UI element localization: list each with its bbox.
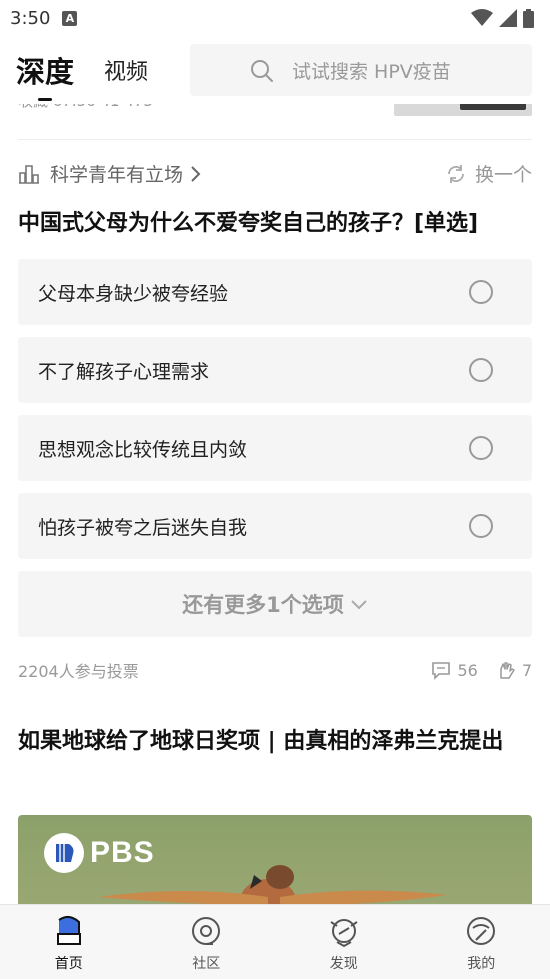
radio-icon[interactable] [469,436,493,460]
divider [18,139,532,140]
poll-option[interactable]: 思想观念比较传统且内敛 [18,415,532,481]
header: 深度 视频 试试搜索 HPV疫苗 [0,36,550,104]
pbs-head-icon [44,833,84,873]
tab-indicator [38,98,52,101]
home-icon [51,913,87,949]
comment-count: 56 [457,660,478,680]
more-options-button[interactable]: 还有更多1个选项 [18,571,532,637]
pbs-logo-text: PBS [90,836,155,869]
radio-icon[interactable] [469,358,493,382]
search-placeholder: 试试搜索 HPV疫苗 [292,60,451,83]
article-image[interactable]: PBS [18,815,532,915]
article-title[interactable]: 如果地球给了地球日奖项 | 由真相的泽弗兰克提出 [18,722,532,762]
chevron-down-icon [351,600,367,610]
radio-icon[interactable] [469,280,493,304]
poll-source-name: 科学青年有立场 [50,164,184,186]
signal-icon [499,9,517,27]
comment-icon[interactable] [431,660,451,680]
like-count: 7 [521,660,532,680]
nav-community[interactable]: 社区 [138,905,276,979]
pbs-logo: PBS [44,833,155,873]
refresh-label: 换一个 [474,164,532,186]
nav-label: 首页 [54,956,83,972]
wifi-icon [471,9,493,26]
poll-option[interactable]: 不了解孩子心理需求 [18,337,532,403]
community-icon [188,913,224,949]
nav-label: 我的 [467,956,496,972]
refresh-icon [448,164,464,183]
tab-video[interactable]: 视频 [104,54,148,86]
screen: 3:50 A 收藏 67.56 41 473 深度 视频 试试搜索 HPV疫苗 … [0,0,550,979]
poll-source[interactable]: 科学青年有立场 [18,160,203,187]
poll-option[interactable]: 父母本身缺少被夸经验 [18,259,532,325]
nav-label: 社区 [192,956,221,972]
search-input[interactable]: 试试搜索 HPV疫苗 [190,44,532,96]
poll-option-label: 不了解孩子心理需求 [38,360,210,383]
more-options-label: 还有更多1个选项 [182,593,344,617]
chart-icon [19,164,39,184]
tab-depth-label: 深度 [16,55,75,89]
refresh-button[interactable]: 换一个 [445,160,532,187]
profile-icon [463,913,499,949]
nav-home[interactable]: 首页 [0,905,138,979]
battery-icon [523,8,534,28]
like-hand-icon[interactable] [496,660,516,680]
poll-option-label: 思想观念比较传统且内敛 [38,438,248,461]
chevron-right-icon [191,165,201,182]
status-icons [471,8,534,28]
participant-count: 2204人参与投票 [18,662,139,681]
bottom-nav: 首页 社区 发现 我的 [0,904,550,979]
status-bar: 3:50 A [0,0,550,36]
poll-option-label: 怕孩子被夸之后迷失自我 [38,516,248,539]
poll-option-label: 父母本身缺少被夸经验 [38,282,229,305]
nav-profile[interactable]: 我的 [413,905,550,979]
status-time: 3:50 [10,7,51,29]
poll-stats: 56 7 [431,660,532,680]
poll-footer: 2204人参与投票 56 7 [18,658,532,682]
tab-depth[interactable]: 深度 [16,49,75,101]
poll-question: 中国式父母为什么不爱夸奖自己的孩子？[单选] [18,211,479,236]
poll-option[interactable]: 怕孩子被夸之后迷失自我 [18,493,532,559]
nav-label: 发现 [329,956,358,972]
discover-icon [326,913,362,949]
radio-icon[interactable] [469,514,493,538]
search-icon [251,60,273,82]
notification-icon: A [62,10,78,26]
nav-discover[interactable]: 发现 [275,905,413,979]
